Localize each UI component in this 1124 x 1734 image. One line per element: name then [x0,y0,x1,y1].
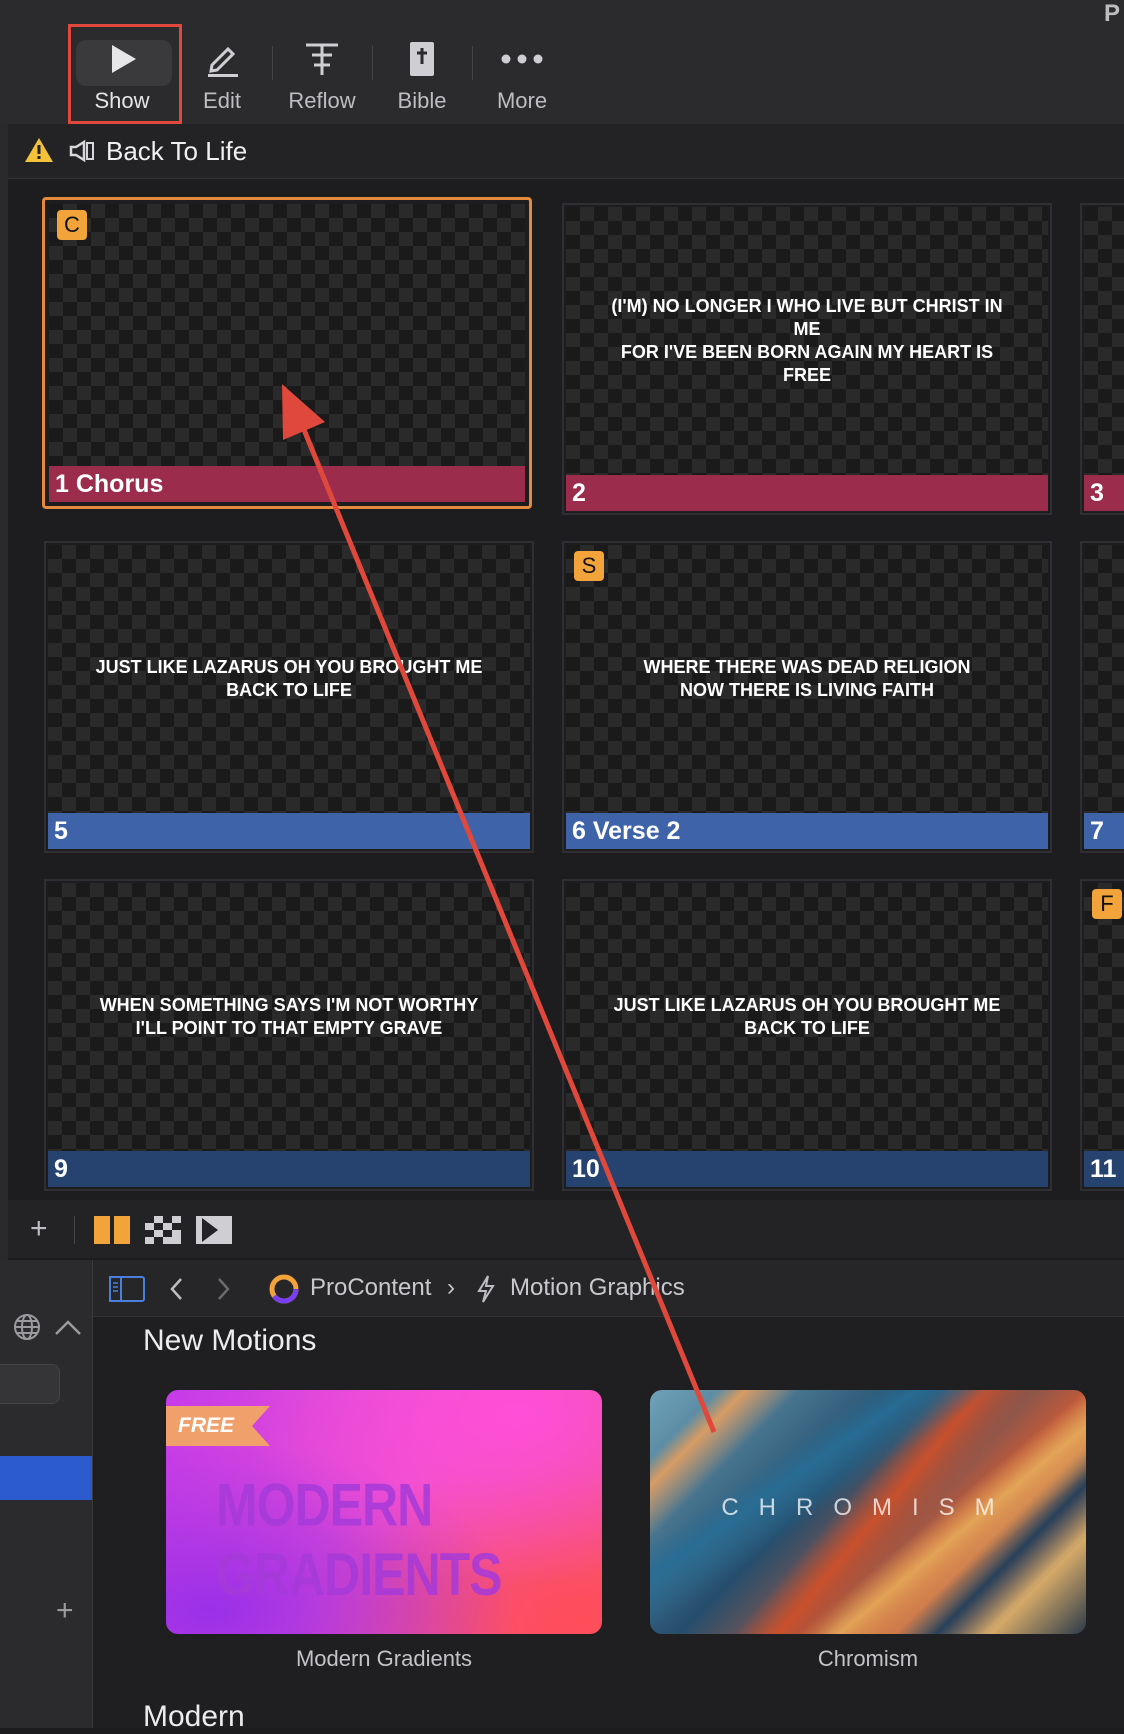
slide-label-bar: 1 Chorus [49,466,525,502]
slide-canvas: JUST LIKE LAZARUS OH YOU BROUGHT ME BACK… [48,545,530,813]
slide-canvas: WHEN SOMETHING SAYS I'M NOT WORTHY I'LL … [48,883,530,1151]
sidebar-item-selected[interactable] [0,1456,92,1500]
slide-1[interactable]: 1 Chorus C [42,197,532,509]
slide-number: 10 [572,1155,600,1183]
slide-label-bar: 10 [566,1151,1048,1187]
slide-group: Verse 2 [592,817,681,845]
slide-label-bar: 2 [566,475,1048,511]
show-highlight-box [68,24,182,124]
slide-grid: 1 Chorus C (I'M) NO LONGER I WHO LIVE BU… [8,179,1124,1259]
slide-11[interactable]: 11 F [1080,879,1124,1191]
lightning-icon [475,1274,497,1309]
reflow-label: Reflow [288,88,356,113]
slide-9[interactable]: WHEN SOMETHING SAYS I'M NOT WORTHY I'LL … [44,879,534,1191]
left-edge [0,124,8,1260]
add-icon[interactable]: + [30,1212,48,1246]
free-ribbon-label: FREE [178,1414,235,1437]
section-title-next: Modern [143,1700,245,1733]
slide-label-bar: 11 [1084,1151,1124,1187]
edit-label: Edit [203,88,241,113]
card-art-text: CHROMISM [721,1494,1015,1521]
slide-number: 9 [54,1155,68,1183]
slide-badge: C [57,210,87,240]
toolbar-corner-letter: P [1103,0,1120,27]
slide-badge: S [574,551,604,581]
next-slide-icon[interactable] [196,1216,232,1249]
breadcrumb-source[interactable]: ProContent [310,1274,431,1302]
library-panel: ProContent › Motion Graphics New Motions… [93,1260,1124,1733]
slide-5[interactable]: JUST LIKE LAZARUS OH YOU BROUGHT ME BACK… [44,541,534,853]
toolbar: P Show Edit Reflow Bible More [0,0,1124,124]
slide-badge: F [1092,889,1122,919]
slide-label-bar: 9 [48,1151,530,1187]
procontent-logo-icon [269,1274,299,1309]
breadcrumb-separator: › [447,1274,455,1301]
card-art-text: MODERN GRADIENTS [216,1471,502,1609]
slide-lyric: WHERE THERE WAS DEAD RELIGION NOW THERE … [643,657,971,700]
sidebar-field[interactable] [0,1364,60,1404]
slide-lyric: (I'M) NO LONGER I WHO LIVE BUT CHRIST IN… [611,296,1003,385]
library-navbar: ProContent › Motion Graphics [93,1260,1124,1317]
slide-number: 7 [1090,817,1104,845]
globe-icon[interactable] [12,1312,42,1347]
sidebar-add-icon[interactable]: + [56,1594,74,1628]
slide-group: Chorus [75,470,164,498]
more-dots-icon [472,30,572,88]
slide-label-bar: 5 [48,813,530,849]
back-chevron-icon[interactable] [169,1276,185,1307]
slide-number: 3 [1090,479,1104,507]
chevron-up-icon[interactable] [54,1318,82,1341]
forward-chevron-icon[interactable] [215,1276,231,1307]
card-chromism[interactable]: CHROMISM [650,1390,1086,1634]
slide-number: 11 [1090,1155,1117,1183]
slide-3[interactable]: 3 [1080,203,1124,515]
reflow-icon [272,30,372,88]
slide-7[interactable]: 7 [1080,541,1124,853]
slide-canvas: JUST LIKE LAZARUS OH YOU BROUGHT ME BACK… [566,883,1048,1151]
bible-label: Bible [397,88,447,113]
slide-canvas [1084,545,1124,813]
slide-canvas [1084,207,1124,475]
slide-number: 5 [54,817,68,845]
slide-canvas: WHERE THERE WAS DEAD RELIGION NOW THERE … [566,545,1048,813]
bible-button[interactable]: Bible [372,30,472,120]
slide-label-bar: 7 [1084,813,1124,849]
slide-10[interactable]: JUST LIKE LAZARUS OH YOU BROUGHT ME BACK… [562,879,1052,1191]
slide-lyric: JUST LIKE LAZARUS OH YOU BROUGHT ME BACK… [95,657,483,700]
slide-canvas [49,204,525,466]
slide-label-bar: 3 [1084,475,1124,511]
presentation-title: Back To Life [106,136,248,166]
card-title: Chromism [817,1646,919,1671]
reflow-button[interactable]: Reflow [272,30,372,120]
slide-canvas: (I'M) NO LONGER I WHO LIVE BUT CHRIST IN… [566,207,1048,475]
library-sidebar: + [0,1260,93,1728]
edit-button[interactable]: Edit [172,30,272,120]
pencil-icon [172,30,272,88]
slide-number: 1 [55,470,69,498]
slide-label-bar: 6 Verse 2 [566,813,1048,849]
checker-icon[interactable] [145,1216,181,1249]
slide-number: 6 [572,817,586,845]
slide-6[interactable]: WHERE THERE WAS DEAD RELIGION NOW THERE … [562,541,1052,853]
more-button[interactable]: More [472,30,572,120]
slide-lyric: JUST LIKE LAZARUS OH YOU BROUGHT ME BACK… [613,995,1001,1038]
sidebar-toggle-icon[interactable] [109,1276,145,1307]
breadcrumb-category[interactable]: Motion Graphics [510,1274,685,1302]
more-label: More [496,88,548,113]
columns-icon[interactable] [94,1216,130,1249]
bible-icon [372,30,472,88]
presentation-titlebar: Back To Life [8,124,1124,179]
slide-canvas [1084,883,1124,1151]
section-title: New Motions [143,1324,317,1357]
card-modern-gradients[interactable]: MODERN GRADIENTS FREE [166,1390,602,1634]
slide-2[interactable]: (I'M) NO LONGER I WHO LIVE BUT CHRIST IN… [562,203,1052,515]
speaker-doc-icon [68,139,96,168]
slidebar-divider [74,1216,75,1244]
warning-icon[interactable] [24,136,54,169]
slide-toolbar: + [8,1200,1124,1258]
slide-number: 2 [572,479,586,507]
card-title: Modern Gradients [295,1646,473,1671]
slide-lyric: WHEN SOMETHING SAYS I'M NOT WORTHY I'LL … [99,995,479,1038]
